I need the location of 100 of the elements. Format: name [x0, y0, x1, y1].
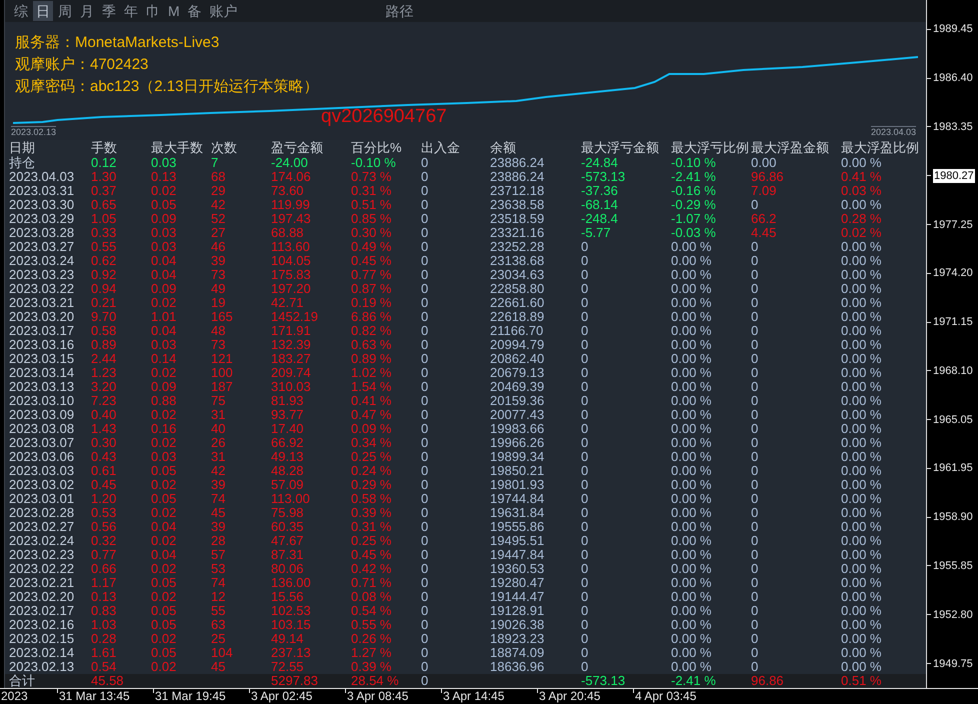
table-cell-text: 40 — [211, 422, 226, 436]
table-cell-text: 23034.63 — [490, 268, 546, 282]
table-cell-text: 0 — [581, 422, 590, 436]
table-cell-text: 0.08 % — [351, 590, 392, 604]
time-label: 31 Mar 19:45 — [155, 689, 226, 704]
table-cell-text: 0 — [751, 366, 760, 380]
table-cell-text: 0.00 % — [671, 492, 712, 506]
table-cell-text: 19360.53 — [490, 562, 546, 576]
table-cell-text: 0 — [581, 520, 590, 534]
table-cell-text: 6.86 % — [351, 310, 392, 324]
table-cell-text: 0.42 % — [351, 562, 392, 576]
table-cell-text: 0.00 % — [841, 366, 882, 380]
table-cell-text: 23638.58 — [490, 198, 546, 212]
table-cell-text: 0 — [581, 604, 590, 618]
table-cell-text: 0.32 — [91, 534, 118, 548]
table-cell-text: 0 — [421, 310, 430, 324]
table-cell-text: 0.00 % — [671, 268, 712, 282]
table-cell-text: 0.05 — [151, 492, 178, 506]
period-tab[interactable]: 年 — [121, 1, 141, 21]
table-cell-text: 0 — [421, 324, 430, 338]
table-cell-text: 0.40 — [91, 408, 118, 422]
table-cell-text: -573.13 — [581, 170, 626, 184]
table-cell-text: 0.55 % — [351, 618, 392, 632]
table-cell-text: 0 — [421, 576, 430, 590]
table-cell-text: 0.00 % — [841, 268, 882, 282]
table-cell-text: 73 — [211, 268, 226, 282]
period-tab[interactable]: 周 — [55, 1, 75, 21]
price-label: 1958.90 — [933, 510, 973, 524]
period-tab[interactable]: 账户 — [206, 1, 241, 21]
table-cell-text: 0.02 — [151, 184, 178, 198]
column-header: 最大手数 — [151, 140, 204, 156]
period-tab[interactable]: 月 — [77, 1, 97, 21]
period-tab[interactable]: 备 — [184, 1, 205, 21]
time-label: 3 Apr 20:45 — [539, 689, 600, 704]
table-cell-text: 0.05 — [151, 464, 178, 478]
row-label: 2023.03.23 — [9, 268, 76, 282]
table-cell-text: 0.51 % — [841, 674, 882, 688]
period-tab[interactable]: 综 — [11, 1, 31, 21]
table-cell-text: 0 — [751, 590, 760, 604]
table-cell-text: 1.43 — [91, 422, 118, 436]
table-cell-text: 0.05 — [151, 198, 178, 212]
table-cell-text: 113.00 — [271, 492, 311, 506]
table-cell-text: 0.00 % — [671, 254, 712, 268]
table-cell-text: 0.02 — [151, 632, 178, 646]
row-label: 2023.02.24 — [9, 534, 76, 548]
table-cell-text: 2.44 — [91, 352, 118, 366]
table-cell-text: 0.00 % — [841, 198, 882, 212]
table-cell-text: 0 — [421, 618, 430, 632]
table-cell-text: 0.58 % — [351, 492, 392, 506]
table-cell-text: 237.13 — [271, 646, 312, 660]
table-cell-text: 0.19 % — [351, 296, 392, 310]
table-cell-text: 53 — [211, 562, 226, 576]
period-tab[interactable]: M — [165, 1, 183, 21]
row-label: 2023.02.21 — [9, 576, 76, 590]
table-cell-text: 183.27 — [271, 352, 312, 366]
period-tab[interactable]: 季 — [99, 1, 119, 21]
table-cell-text: 0 — [581, 646, 590, 660]
table-cell-text: 19447.84 — [490, 548, 546, 562]
table-cell-text: 0.04 — [151, 254, 178, 268]
table-cell-text: 23886.24 — [490, 170, 546, 184]
table-cell-text: 0.03 — [151, 450, 178, 464]
row-label: 2023.02.22 — [9, 562, 76, 576]
table-cell-text: 15.56 — [271, 590, 305, 604]
price-label: 1983.35 — [933, 120, 973, 134]
table-cell-text: 187 — [211, 380, 234, 394]
table-cell-text: 0 — [751, 660, 760, 674]
path-tab[interactable]: 路径 — [382, 1, 417, 21]
table-cell-text: 0.54 % — [351, 604, 392, 618]
table-cell-text: 22858.80 — [490, 282, 546, 296]
table-cell-text: 0 — [421, 674, 430, 688]
table-cell-text: 121 — [211, 352, 234, 366]
table-cell-text: 310.03 — [271, 380, 312, 394]
column-header: 余额 — [490, 140, 517, 156]
table-cell-text: 0 — [751, 464, 760, 478]
period-tab[interactable]: 日 — [33, 1, 53, 21]
period-tab[interactable]: 巾 — [143, 1, 163, 21]
table-cell-text: 0.03 — [151, 156, 178, 170]
table-cell-text: 0.51 % — [351, 198, 392, 212]
table-cell-text: 0 — [751, 492, 760, 506]
table-cell-text: 3.20 — [91, 380, 118, 394]
table-cell-text: 0 — [751, 450, 760, 464]
table-cell-text: 197.20 — [271, 282, 312, 296]
table-cell-text: 0.73 % — [351, 170, 392, 184]
table-cell-text: 0 — [751, 268, 760, 282]
table-cell-text: 104 — [211, 646, 234, 660]
table-cell-text: 0 — [581, 632, 590, 646]
table-cell-text: 0 — [751, 646, 760, 660]
table-cell-text: 0.00 % — [671, 436, 712, 450]
table-cell-text: 74 — [211, 576, 226, 590]
row-label: 2023.03.15 — [9, 352, 76, 366]
table-cell-text: 0.49 % — [351, 240, 392, 254]
table-cell-text: 0.28 — [91, 632, 118, 646]
table-cell-text: -2.41 % — [671, 674, 717, 688]
table-cell-text: 19801.93 — [490, 478, 546, 492]
time-label: 3 Apr 08:45 — [347, 689, 408, 704]
table-cell-text: 96.86 — [751, 674, 785, 688]
table-cell-text: 0 — [751, 534, 760, 548]
table-cell-text: 46 — [211, 240, 226, 254]
table-cell-text: 18636.96 — [490, 660, 546, 674]
table-cell-text: 0 — [751, 198, 760, 212]
